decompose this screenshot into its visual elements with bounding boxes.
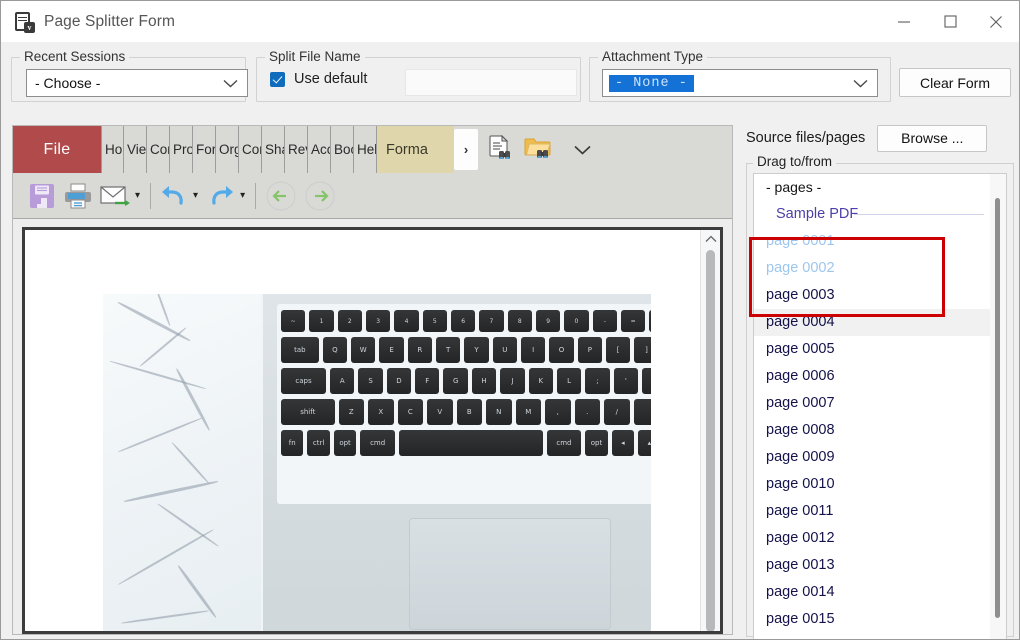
redo-dropdown-icon[interactable]: ▾ [240,190,245,201]
chevron-down-icon [223,79,238,88]
save-icon[interactable] [27,173,57,218]
laptop-keyboard-on-marble-photo: ~123 4567 890- =del tabQWE RTYU IOP[ ]\ [103,294,651,631]
toolbar-divider [255,182,257,209]
pdf-form-icon: v [13,11,35,33]
recent-sessions-label: Recent Sessions [20,49,130,64]
minimize-icon[interactable] [881,1,927,42]
keyboard: ~123 4567 890- =del tabQWE RTYU IOP[ ]\ [277,304,651,504]
attachment-type-label: Attachment Type [598,49,708,64]
list-item-page-0012[interactable]: page 0012 [754,525,990,552]
use-default-checkbox-row[interactable]: Use default [270,71,367,87]
list-item-page-0010[interactable]: page 0010 [754,471,990,498]
window-controls [881,1,1019,42]
find-in-folder-icon[interactable] [523,133,553,166]
split-file-name-label: Split File Name [265,49,365,64]
drag-to-from-group: Drag to/from - pages - Sample PDF page 0… [746,154,1014,639]
preview-vertical-scrollbar[interactable] [700,230,720,631]
quick-access-toolbar: ▾ ▾ ▾ [13,173,732,219]
source-pages-list: - pages - Sample PDF page 0001 page 0002… [754,174,990,639]
window-title: Page Splitter Form [44,12,176,30]
tab-bookmarks[interactable]: Boo [331,126,354,173]
list-item-page-0002[interactable]: page 0002 [754,255,990,282]
scrollbar-thumb[interactable] [706,250,715,631]
chevron-down-icon [853,79,868,88]
attachment-type-group: Attachment Type - None - [589,49,891,102]
ribbon-tabs: Hom View Com Pro For Org Con Sha Rev Acc… [101,126,377,173]
list-item-pages-header: - pages - [766,179,822,195]
use-default-checkbox[interactable] [270,71,285,87]
source-files-label: Source files/pages [746,130,866,146]
tab-review[interactable]: Rev [285,126,308,173]
list-item-page-0011[interactable]: page 0011 [754,498,990,525]
undo-icon[interactable] [159,173,189,218]
scrollbar-thumb[interactable] [995,198,1000,618]
attachment-type-value: - None - [609,74,694,92]
tab-accessibility[interactable]: Acc [308,126,331,173]
list-item-page-0003[interactable]: page 0003 [754,282,990,309]
forward-icon[interactable] [303,173,337,218]
print-icon[interactable] [63,173,93,218]
ribbon-icon-group [486,126,591,173]
list-item-page-0005[interactable]: page 0005 [754,336,990,363]
list-item-page-0006[interactable]: page 0006 [754,363,990,390]
ribbon-bar: File Hom View Com Pro For Org Con Sha Re… [13,126,732,173]
tab-comment[interactable]: Com [147,126,170,173]
list-item-page-0004[interactable]: page 0004 [754,309,990,336]
find-in-document-icon[interactable] [486,133,514,166]
tab-protect[interactable]: Pro [170,126,193,173]
chevron-down-icon[interactable] [574,145,591,155]
maximize-icon[interactable] [927,1,973,42]
page-splitter-window: v Page Splitter Form Recent Sessions - C… [0,0,1020,640]
use-default-label: Use default [294,71,368,87]
chevron-up-icon[interactable] [701,230,720,247]
email-icon[interactable] [99,173,131,218]
form-toolbar: Recent Sessions - Choose - Split File Na… [1,42,1019,113]
list-item-page-0014[interactable]: page 0014 [754,579,990,606]
pdf-viewer-panel: File Hom View Com Pro For Org Con Sha Re… [12,125,733,635]
tab-view[interactable]: View [124,126,147,173]
tab-share[interactable]: Sha [262,126,285,173]
marble-texture [103,294,263,631]
title-bar: v Page Splitter Form [1,1,1019,42]
source-panel-header: Source files/pages Browse ... [746,124,1014,152]
browse-button[interactable]: Browse ... [877,124,988,152]
attachment-type-select[interactable]: - None - [602,69,878,97]
tab-help[interactable]: Hel [354,126,377,173]
trackpad [409,518,611,630]
list-item-page-0007[interactable]: page 0007 [754,390,990,417]
undo-dropdown-icon[interactable]: ▾ [193,190,198,201]
recent-sessions-group: Recent Sessions - Choose - [11,49,248,102]
list-item-page-0015[interactable]: page 0015 [754,606,990,633]
tab-organize[interactable]: Org [216,126,239,173]
document-page: ~123 4567 890- =del tabQWE RTYU IOP[ ]\ [25,230,701,631]
list-item-sample-pdf[interactable]: Sample PDF [754,201,990,228]
list-item-page-0001[interactable]: page 0001 [754,228,990,255]
tab-form[interactable]: For [193,126,216,173]
email-dropdown-icon[interactable]: ▾ [135,190,140,201]
split-file-name-input[interactable] [405,69,577,96]
tab-format[interactable]: Forma [377,126,454,173]
tab-file[interactable]: File [13,126,101,173]
source-files-panel: Source files/pages Browse ... Drag to/fr… [746,124,1014,639]
tab-convert[interactable]: Con [239,126,262,173]
document-preview-area: ~123 4567 890- =del tabQWE RTYU IOP[ ]\ [22,227,723,634]
redo-icon[interactable] [206,173,236,218]
clear-form-button[interactable]: Clear Form [899,68,1011,97]
close-icon[interactable] [973,1,1019,42]
source-pages-listbox[interactable]: - pages - Sample PDF page 0001 page 0002… [753,173,1007,639]
list-item-page-0009[interactable]: page 0009 [754,444,990,471]
ribbon-more-tabs-button[interactable]: › [454,129,478,170]
laptop-body: ~123 4567 890- =del tabQWE RTYU IOP[ ]\ [261,294,651,631]
back-icon[interactable] [264,173,298,218]
toolbar-divider [150,182,152,209]
drag-to-from-label: Drag to/from [753,154,837,169]
source-list-scrollbar[interactable] [990,174,1006,639]
tab-home[interactable]: Hom [101,126,124,173]
list-item-page-0013[interactable]: page 0013 [754,552,990,579]
recent-sessions-select[interactable]: - Choose - [26,69,248,97]
list-item-page-0008[interactable]: page 0008 [754,417,990,444]
split-file-name-group: Split File Name Use default [256,49,581,102]
recent-sessions-value: - Choose - [35,75,101,91]
